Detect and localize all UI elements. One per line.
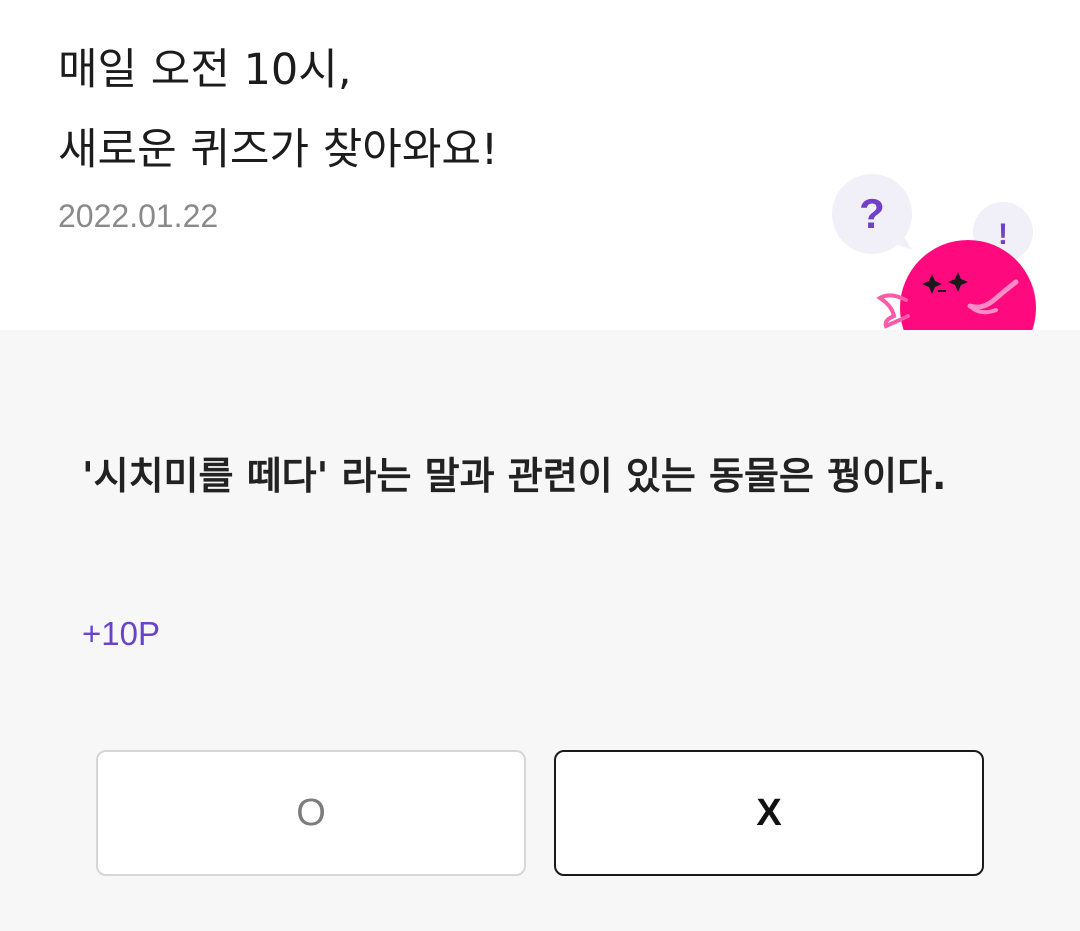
question-bubble-icon: ?	[832, 174, 912, 254]
quiz-title-line-1: 매일 오전 10시,	[58, 45, 352, 95]
question-mark-glyph: ?	[859, 190, 885, 237]
answer-x-button[interactable]: X	[554, 750, 984, 876]
quiz-content-panel: '시치미를 떼다' 라는 말과 관련이 있는 동물은 꿩이다. +10P O X	[0, 330, 1080, 931]
quiz-question: '시치미를 떼다' 라는 말과 관련이 있는 동물은 꿩이다.	[82, 454, 947, 498]
quiz-points-badge: +10P	[82, 615, 160, 652]
quiz-header: 매일 오전 10시, 새로운 퀴즈가 찾아와요! 2022.01.22 ? !	[0, 0, 1080, 330]
quiz-title-line-2: 새로운 퀴즈가 찾아와요!	[58, 125, 499, 175]
exclaim-mark-glyph: !	[998, 218, 1008, 251]
quiz-date: 2022.01.22	[58, 198, 219, 234]
answer-o-button[interactable]: O	[96, 750, 526, 876]
quiz-mascot-illustration: ? !	[820, 160, 1060, 330]
